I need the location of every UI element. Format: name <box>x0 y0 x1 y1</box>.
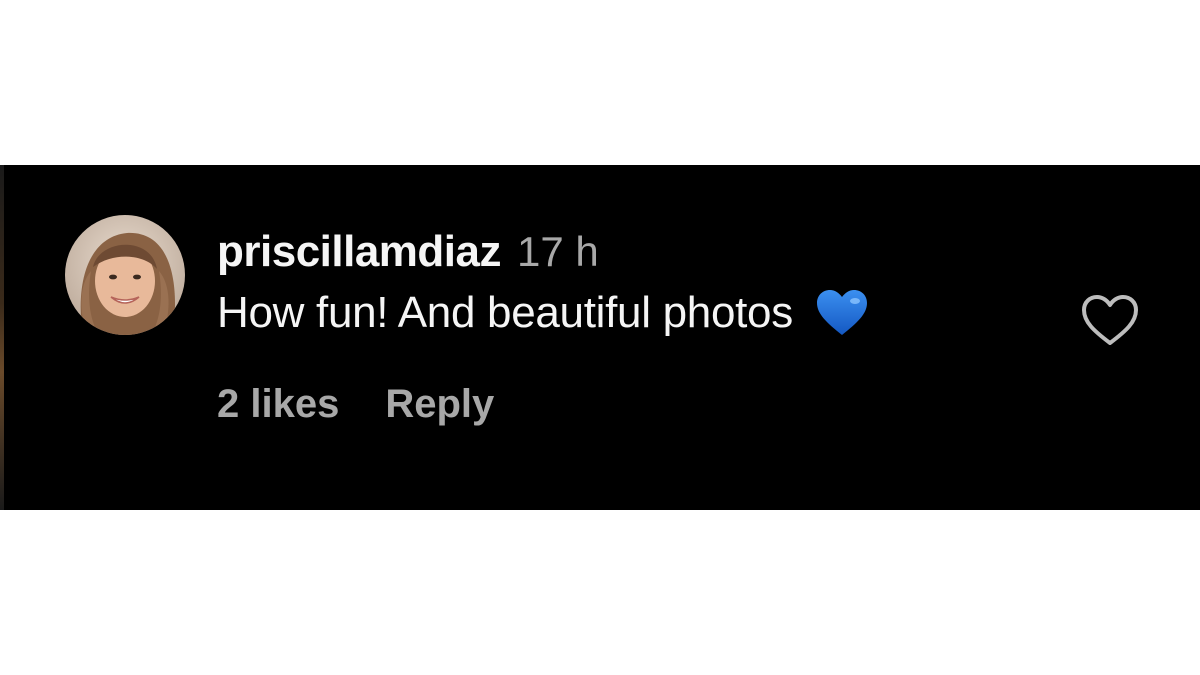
reply-button[interactable]: Reply <box>385 382 494 427</box>
avatar-image <box>65 215 185 335</box>
comment-timestamp[interactable]: 17 h <box>517 228 599 276</box>
likes-count-link[interactable]: 2 likes <box>217 382 339 427</box>
comment-card: priscillamdiaz 17 h How fun! And beautif… <box>0 165 1200 510</box>
comment-text-line: How fun! And beautiful photos <box>217 285 869 341</box>
edge-strip <box>0 165 4 510</box>
comment-text: How fun! And beautiful photos <box>217 288 793 337</box>
comment-body: priscillamdiaz 17 h How fun! And beautif… <box>217 227 869 427</box>
user-avatar[interactable] <box>65 215 185 335</box>
page: priscillamdiaz 17 h How fun! And beautif… <box>0 0 1200 675</box>
blue-heart-emoji <box>815 289 869 337</box>
comment-actions: 2 likes Reply <box>217 381 869 427</box>
comment-header: priscillamdiaz 17 h <box>217 227 869 279</box>
username-link[interactable]: priscillamdiaz <box>217 227 502 277</box>
heart-outline-icon[interactable] <box>1080 293 1140 347</box>
